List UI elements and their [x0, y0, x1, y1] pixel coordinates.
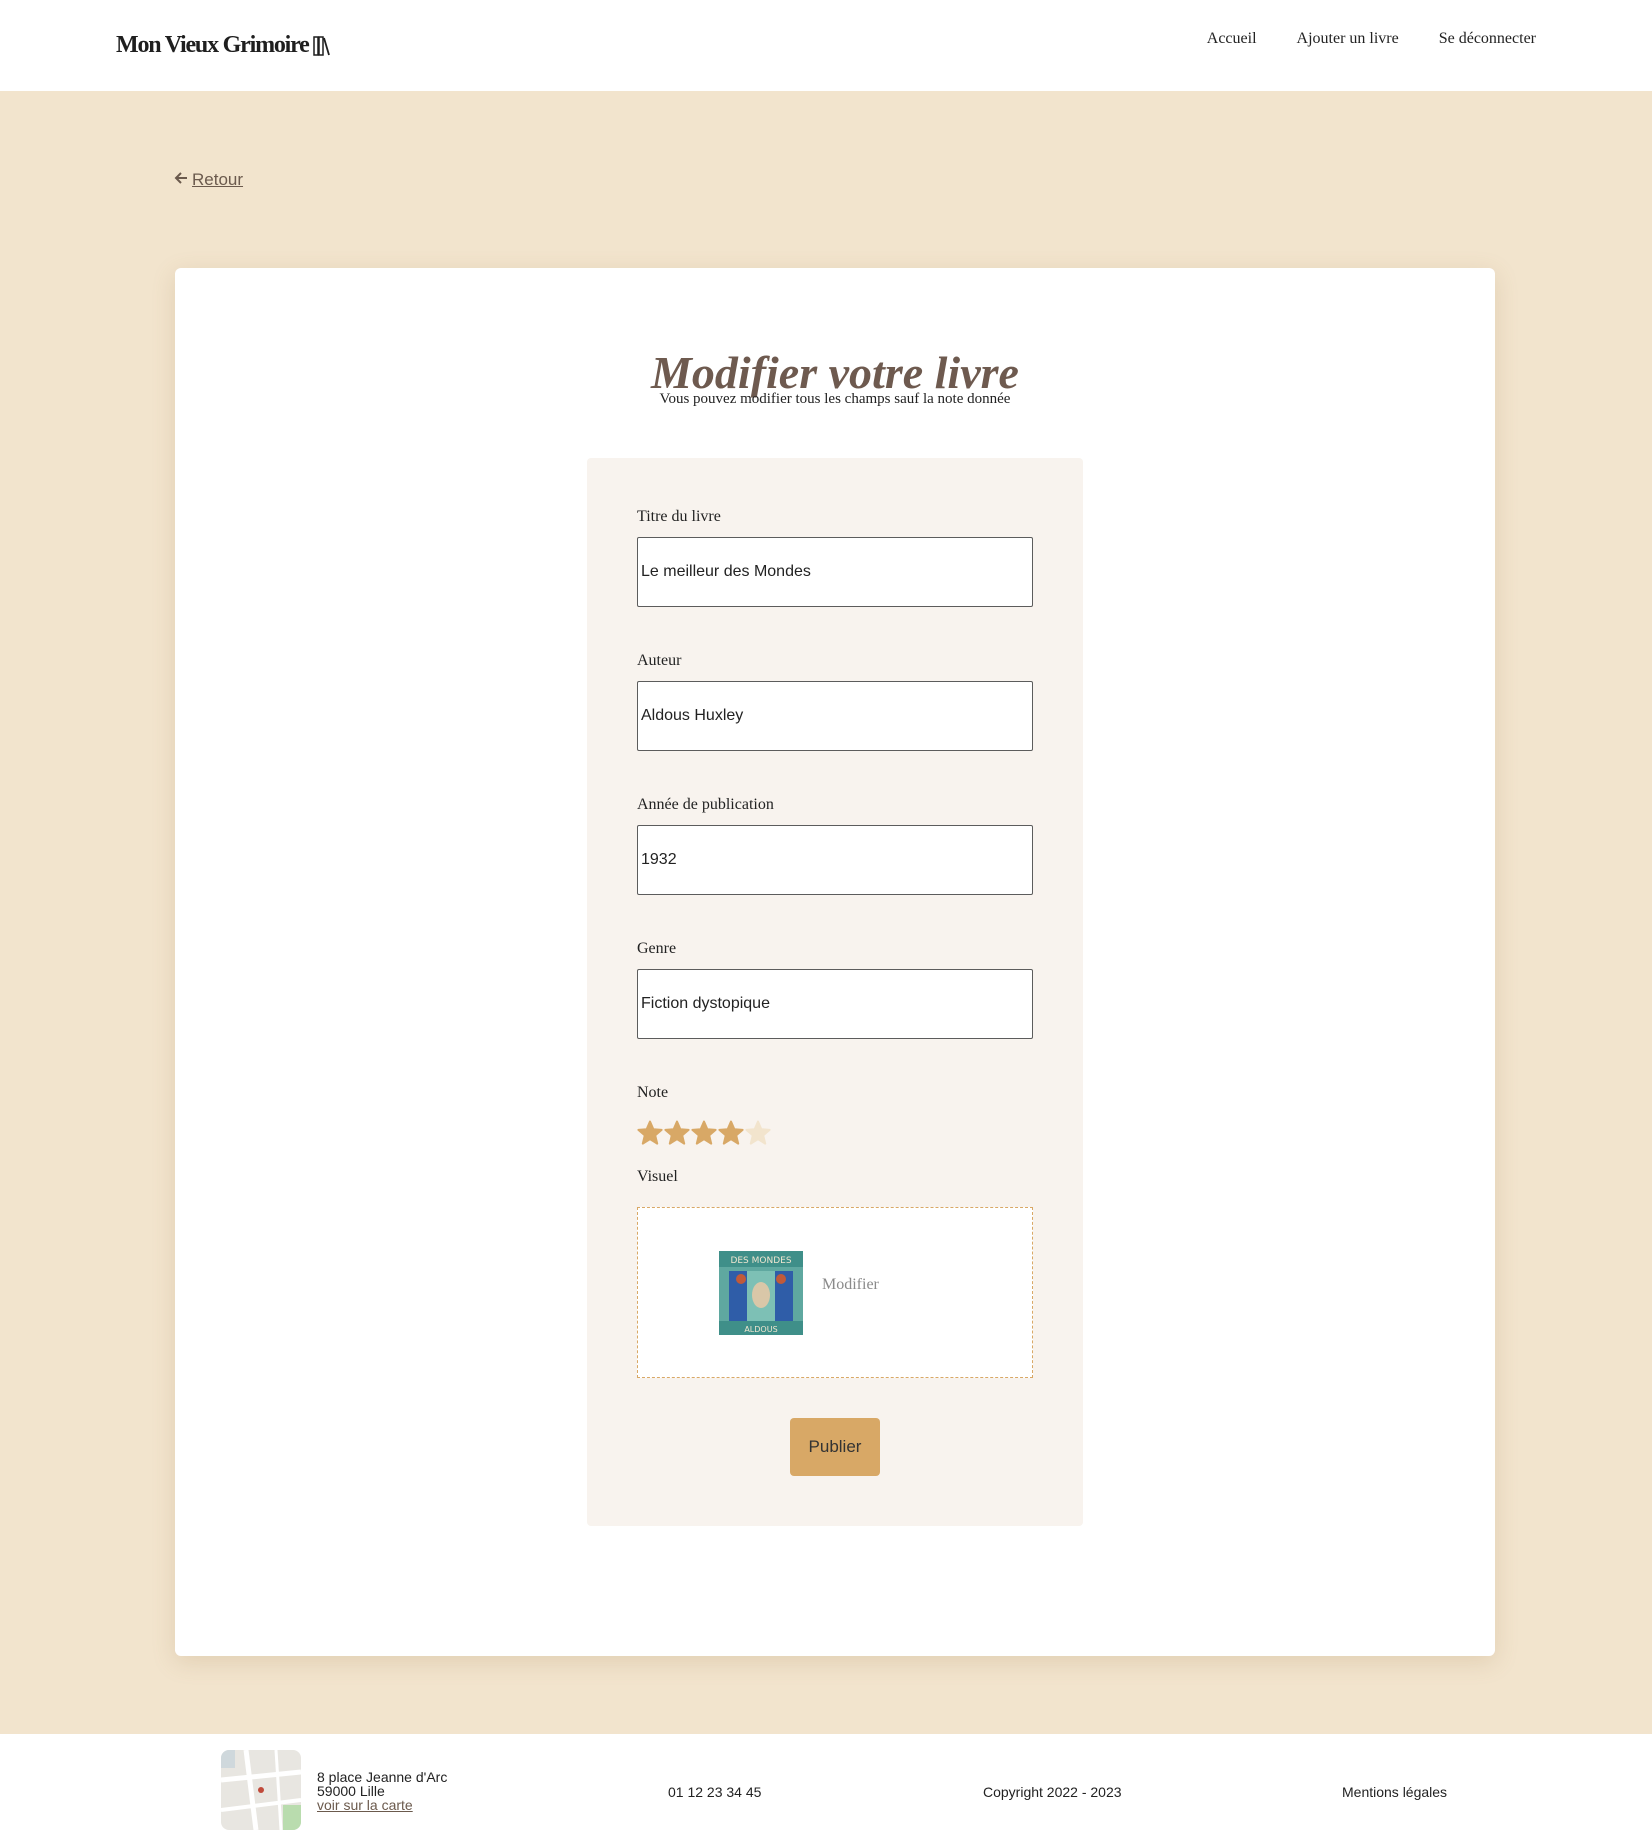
edit-book-card: Modifier votre livre Vous pouvez modifie…: [175, 268, 1495, 1656]
rating-label: Note: [637, 1084, 669, 1101]
books-icon: [312, 35, 331, 56]
footer-phone: 01 12 23 34 45: [668, 1784, 762, 1800]
main-nav: Accueil Ajouter un livre Se déconnecter: [1207, 30, 1536, 48]
visual-label: Visuel: [637, 1168, 678, 1185]
edit-book-form: Titre du livre Auteur Année de publicati…: [587, 458, 1083, 1526]
star-filled-icon: [637, 1120, 663, 1145]
nav-logout[interactable]: Se déconnecter: [1439, 30, 1536, 48]
modify-image-button[interactable]: Modifier: [822, 1276, 879, 1294]
cover-title-text: DES MONDES: [730, 1256, 791, 1266]
map-thumbnail[interactable]: [221, 1750, 301, 1830]
genre-input[interactable]: [637, 969, 1033, 1039]
arrow-left-icon: [174, 169, 188, 190]
footer-copyright: Copyright 2022 - 2023: [983, 1784, 1122, 1800]
legal-notice-link[interactable]: Mentions légales: [1342, 1784, 1447, 1800]
author-input[interactable]: [637, 681, 1033, 751]
site-header: Mon Vieux Grimoire Accueil Ajouter un li…: [0, 0, 1652, 91]
address-line-1: 8 place Jeanne d'Arc: [317, 1769, 448, 1785]
back-link-label: Retour: [192, 169, 244, 189]
title-label: Titre du livre: [637, 508, 721, 525]
book-cover-image: DES MONDES ALDOUS: [719, 1251, 803, 1335]
page-subtitle: Vous pouvez modifier tous les champs sau…: [659, 391, 1011, 407]
title-input[interactable]: [637, 537, 1033, 607]
rating-stars: [637, 1120, 771, 1146]
nav-accueil[interactable]: Accueil: [1207, 30, 1257, 48]
footer-address: 8 place Jeanne d'Arc 59000 Lille voir su…: [317, 1770, 447, 1812]
address-line-2: 59000 Lille: [317, 1783, 385, 1799]
map-link[interactable]: voir sur la carte: [317, 1797, 413, 1813]
image-upload-box[interactable]: DES MONDES ALDOUS Modifier: [637, 1207, 1033, 1378]
site-logo[interactable]: Mon Vieux Grimoire: [116, 32, 331, 59]
nav-add-book[interactable]: Ajouter un livre: [1297, 30, 1399, 48]
logo-text: Mon Vieux Grimoire: [116, 32, 310, 58]
genre-label: Genre: [637, 940, 677, 957]
star-empty-icon: [745, 1120, 771, 1145]
star-filled-icon: [718, 1120, 744, 1145]
back-link[interactable]: Retour: [174, 169, 243, 190]
cover-author-text: ALDOUS: [744, 1325, 777, 1334]
year-label: Année de publication: [637, 796, 774, 813]
author-label: Auteur: [637, 652, 682, 669]
star-filled-icon: [664, 1120, 690, 1145]
star-filled-icon: [691, 1120, 717, 1145]
year-input[interactable]: [637, 825, 1033, 895]
site-footer: 8 place Jeanne d'Arc 59000 Lille voir su…: [0, 1734, 1652, 1848]
publish-button[interactable]: Publier: [790, 1418, 880, 1476]
